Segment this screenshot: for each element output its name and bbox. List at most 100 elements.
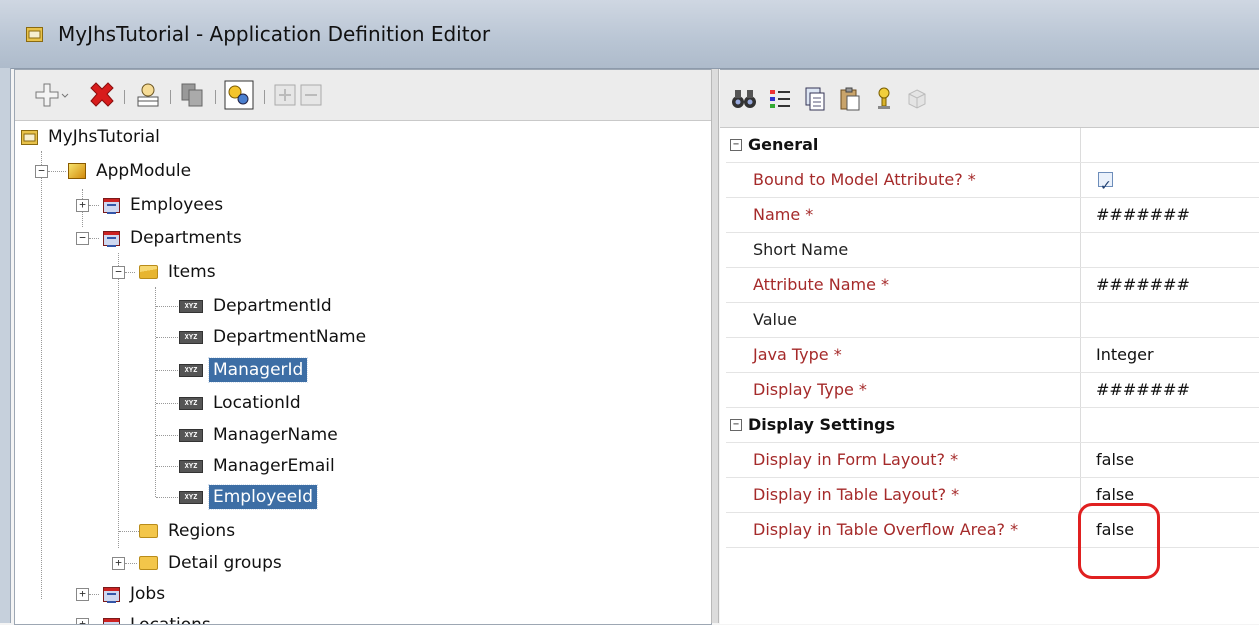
property-value[interactable]: Integer [1082,338,1259,372]
copy-properties-icon[interactable] [802,83,828,115]
tree-node-label: Regions [168,521,236,541]
tree-node-label: Departments [130,228,242,248]
open-folder-icon [139,265,158,279]
collapse-toggle[interactable]: − [112,266,125,279]
table-icon [103,230,120,247]
find-icon[interactable] [730,83,758,115]
property-name: Short Name [726,233,1081,267]
attribute-icon: XYZ [179,396,203,410]
property-row[interactable]: Short Name [726,233,1259,268]
tree-node-root[interactable]: MyJhsTutorial [21,122,164,152]
tree-node-items[interactable]: Items [139,257,220,287]
tree-item-locationid[interactable]: XYZ LocationId [179,388,305,418]
collapse-toggle[interactable]: − [35,165,48,178]
property-value[interactable] [1082,303,1259,337]
tree-pane: MyJhsTutorial − AppModule + Employees − … [14,69,712,625]
expand-toggle[interactable]: + [112,557,125,570]
expand-toggle[interactable]: + [76,199,89,212]
tree-node-label: DepartmentId [213,296,332,316]
property-name: Display Type * [726,373,1081,407]
expand-all-icon[interactable] [273,79,297,111]
attribute-icon: XYZ [179,363,203,377]
tree-node-label: Employees [130,195,224,215]
tree-node-departments[interactable]: Departments [103,223,246,253]
property-name: Name * [726,198,1081,232]
property-value[interactable] [1082,233,1259,267]
tree-node-label: ManagerEmail [213,456,335,476]
tree-item-managername[interactable]: XYZ ManagerName [179,420,342,450]
attribute-icon: XYZ [179,330,203,344]
property-row[interactable]: Display Type * ####### [726,373,1259,408]
property-row[interactable]: Name * ####### [726,198,1259,233]
attribute-icon: XYZ [179,428,203,442]
cube-icon[interactable] [905,83,929,115]
property-name: Display in Table Overflow Area? * [726,513,1081,547]
tree-item-manageremail[interactable]: XYZ ManagerEmail [179,451,339,481]
tree-node-label: AppModule [96,161,192,181]
property-value[interactable]: ####### [1082,373,1259,407]
tree-node-label: EmployeeId [208,484,318,510]
categorized-view-icon[interactable] [767,83,793,115]
tree-node-label: Locations [126,613,215,624]
tree-node-label: Detail groups [168,553,282,573]
tree-node-jobs[interactable]: Jobs [103,579,169,609]
property-row[interactable]: Value [726,303,1259,338]
tree-node-detail-groups[interactable]: Detail groups [139,548,286,578]
table-icon [103,197,120,214]
property-row[interactable]: Display in Table Overflow Area? * false [726,513,1259,548]
copy-icon[interactable] [178,79,208,111]
property-name: Value [726,303,1081,337]
tree-node-label: LocationId [213,393,301,413]
collapse-all-icon[interactable] [299,79,323,111]
title-bar: MyJhsTutorial - Application Definition E… [0,0,1259,69]
table-icon [103,617,120,624]
collapse-toggle[interactable]: − [730,419,742,431]
folder-icon [139,524,158,538]
tree-node-label: Jobs [130,584,166,604]
property-row[interactable]: Attribute Name * ####### [726,268,1259,303]
tree-node-locations[interactable]: Locations [103,610,215,624]
project-icon [21,129,38,145]
tree-item-employeeid[interactable]: XYZ EmployeeId [179,482,318,512]
module-icon [68,163,86,179]
generate-icon[interactable] [223,79,255,111]
pin-icon[interactable] [872,83,896,115]
collapse-toggle[interactable]: − [76,232,89,245]
property-name: Display in Table Layout? * [726,478,1081,512]
delete-icon[interactable] [87,79,117,111]
tree-node-regions[interactable]: Regions [139,516,239,546]
tree-node-label: ManagerName [213,425,338,445]
app-icon [26,27,43,42]
property-name: Attribute Name * [726,268,1081,302]
property-row[interactable]: Display in Form Layout? * false [726,443,1259,478]
category-general[interactable]: − General [726,128,1259,163]
tree-node-label: MyJhsTutorial [48,127,160,147]
expand-toggle[interactable]: + [76,588,89,601]
folder-icon [139,556,158,570]
property-row[interactable]: Bound to Model Attribute? * [726,163,1259,203]
property-name: Display in Form Layout? * [726,443,1081,477]
property-value[interactable]: ####### [1082,198,1259,232]
property-value[interactable] [1082,163,1259,203]
tree-item-managerid[interactable]: XYZ ManagerId [179,355,309,385]
tree-node-employees[interactable]: Employees [103,190,227,220]
window-title: MyJhsTutorial - Application Definition E… [58,22,491,46]
category-display-settings[interactable]: − Display Settings [726,408,1259,443]
table-icon [103,586,120,603]
user-icon[interactable] [133,79,163,111]
attribute-icon: XYZ [179,299,203,313]
tree-item-departmentid[interactable]: XYZ DepartmentId [179,291,336,321]
bound-checkbox[interactable] [1098,169,1113,203]
tree-node-appmodule[interactable]: AppModule [68,156,195,186]
attribute-icon: XYZ [179,490,203,504]
property-value[interactable]: ####### [1082,268,1259,302]
tree-item-departmentname[interactable]: XYZ DepartmentName [179,322,370,352]
pane-splitter[interactable] [711,69,719,623]
add-icon[interactable] [32,79,72,111]
property-value[interactable]: false [1082,443,1259,477]
property-row[interactable]: Java Type * Integer [726,338,1259,373]
paste-icon[interactable] [837,83,863,115]
property-row[interactable]: Display in Table Layout? * false [726,478,1259,513]
collapse-toggle[interactable]: − [730,139,742,151]
expand-toggle[interactable]: + [76,618,89,624]
